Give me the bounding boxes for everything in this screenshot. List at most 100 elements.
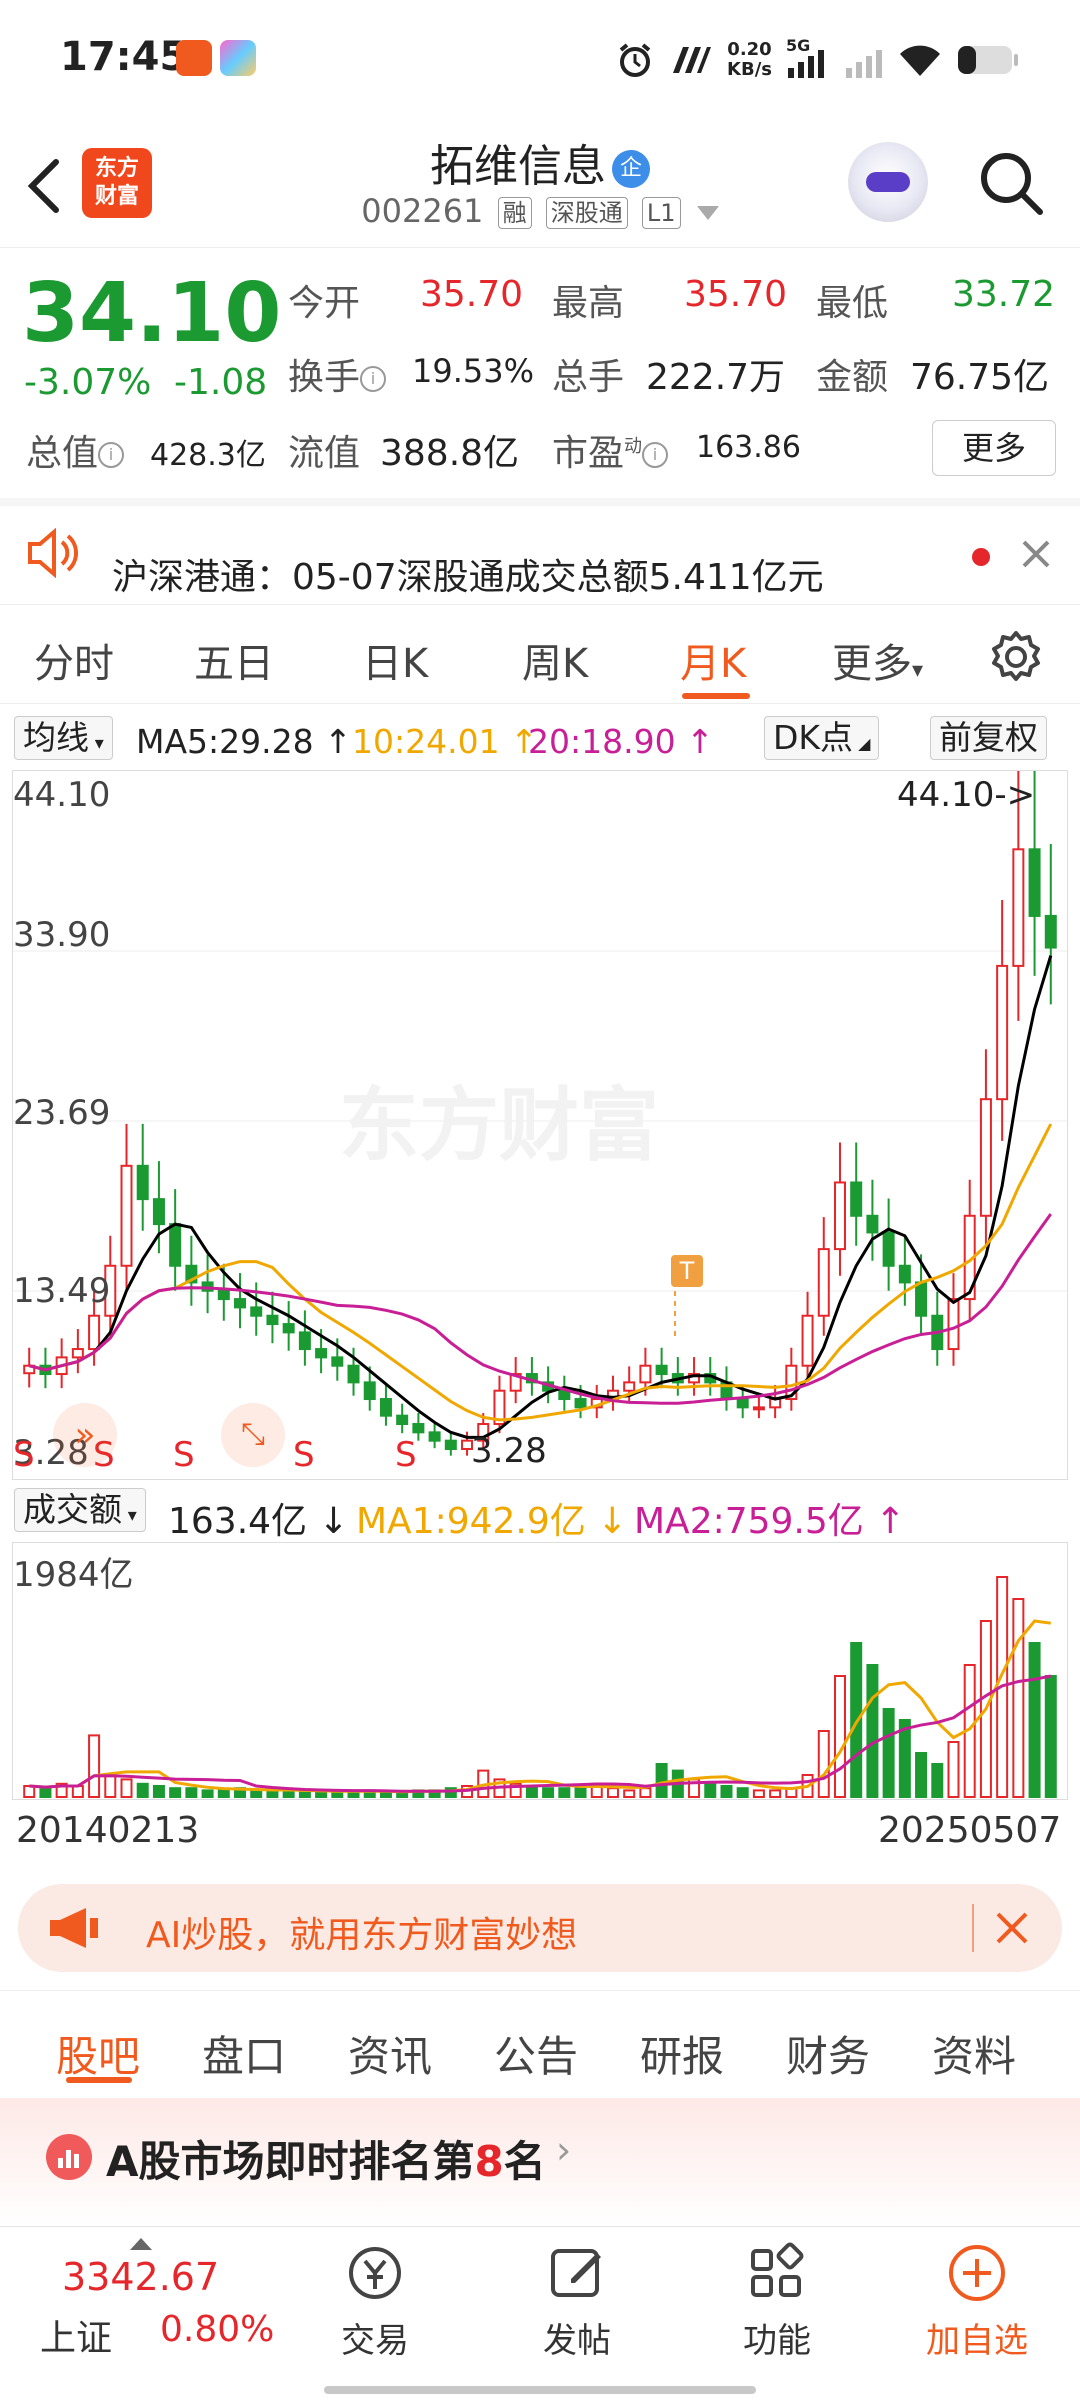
turnover-label[interactable]: 换手 i [288, 348, 387, 400]
index-value[interactable]: 3342.67 [62, 2255, 219, 2299]
ma10-value: 10:24.01 ↑ [352, 722, 538, 761]
search-button[interactable] [976, 148, 1046, 218]
dropdown-arrow-icon: ▾ [89, 733, 104, 754]
candle [606, 1375, 619, 1411]
more-quote-button[interactable]: 更多 [932, 420, 1056, 476]
nav-trade[interactable]: 交易 [310, 2241, 440, 2362]
expand-up-icon[interactable] [130, 2235, 152, 2250]
stock-header: 东方 财富 拓维信息企 002261 融 深股通 L1 [0, 120, 1080, 248]
current-price: 34.10 [22, 266, 282, 361]
candle [979, 1049, 992, 1246]
change-percent: -3.07% [24, 362, 152, 403]
status-bar: 17:45 0.20 KB/s 5G [0, 0, 1080, 120]
candle [185, 1235, 198, 1306]
volume-indicator-label: 成交额 [23, 1490, 122, 1529]
amount-value: 76.75亿 [910, 357, 1050, 398]
candle [590, 1385, 603, 1419]
high-value: 35.70 [684, 274, 788, 315]
candle [298, 1310, 311, 1366]
candle [850, 1142, 863, 1246]
close-icon[interactable] [1020, 538, 1052, 570]
tab-news[interactable]: 资讯 [348, 2023, 432, 2084]
volume-bar [1012, 1598, 1025, 1798]
dk-label: DK点 [773, 718, 854, 757]
expand-left-icon[interactable]: » [53, 1403, 117, 1467]
settings-gear-icon[interactable] [988, 629, 1044, 685]
quote-panel: 34.10 -3.07% -1.08 总值 i 428.3亿 今开 35.70 最… [0, 250, 1080, 496]
y-label-4: 13.49 [13, 1271, 111, 1311]
float-cap-label: 流值 [288, 433, 361, 474]
stock-code: 002261 [361, 192, 484, 230]
candle [947, 1273, 960, 1366]
volume-bar [104, 1774, 117, 1798]
tab-more[interactable]: 更多▾ [832, 631, 923, 689]
info-icon: i [642, 442, 669, 468]
volume-bar [525, 1785, 538, 1798]
t-marker[interactable]: T [671, 1255, 703, 1287]
tab-announcements[interactable]: 公告 [494, 2023, 578, 2084]
signal-s: S [173, 1435, 195, 1475]
rank-suffix: 名 [503, 2137, 546, 2186]
tab-monthly-k[interactable]: 月K [680, 631, 746, 689]
close-icon[interactable] [992, 1908, 1032, 1948]
volume-bar [817, 1730, 830, 1798]
speaker-icon [28, 528, 79, 578]
nav-post[interactable]: 发帖 [512, 2241, 642, 2362]
dk-point-toggle[interactable]: DK点 ◢ [764, 716, 880, 760]
notice-bar[interactable]: 沪深港通：05-07深股通成交总额5.411亿元 [0, 498, 1080, 602]
nav-function-label: 功能 [743, 2321, 811, 2361]
volume-bar [704, 1782, 717, 1799]
volume-bar [379, 1791, 392, 1799]
home-indicator[interactable] [324, 2386, 756, 2394]
nav-post-label: 发帖 [543, 2321, 611, 2361]
min-price-marker: 3.28 [471, 1431, 547, 1471]
volume-indicator-selector[interactable]: 成交额 ▾ [14, 1488, 146, 1532]
pe-label[interactable]: 市盈动 i [552, 424, 669, 476]
tab-weekly-k[interactable]: 周K [522, 631, 588, 689]
tab-profile[interactable]: 资料 [932, 2023, 1016, 2084]
volume-bar [866, 1664, 879, 1798]
indicator-label: 均线 [23, 718, 89, 757]
assistant-robot-icon[interactable] [848, 142, 928, 222]
active-tab-indicator [682, 693, 750, 699]
tab-guba[interactable]: 股吧 [56, 2023, 140, 2084]
volume-bar [88, 1734, 101, 1798]
nav-add-watchlist[interactable]: 加自选 [912, 2241, 1042, 2362]
date-start: 20140213 [16, 1810, 200, 1851]
signal-s: S [395, 1435, 417, 1475]
fullscreen-icon[interactable]: ⤡ [221, 1403, 285, 1467]
indicator-selector[interactable]: 均线 ▾ [14, 716, 113, 760]
rank-text: A股市场即时排名第8名 [106, 2128, 546, 2189]
volume-value: 222.7万 [646, 357, 786, 398]
volume-bar [1044, 1675, 1057, 1798]
tab-five-day[interactable]: 五日 [194, 631, 274, 689]
candle [509, 1357, 522, 1404]
tab-finance[interactable]: 财务 [786, 2023, 870, 2084]
status-icons: 0.20 KB/s 5G [615, 30, 1020, 90]
adjust-selector[interactable]: 前复权 [930, 716, 1047, 760]
nav-function[interactable]: 功能 [712, 2241, 842, 2362]
volume-chart[interactable]: 1984亿 [12, 1542, 1068, 1800]
tab-pankou[interactable]: 盘口 [202, 2023, 286, 2084]
total-cap-label[interactable]: 总值 i [26, 424, 125, 476]
volume-bar [623, 1789, 636, 1798]
notification-app-icon [220, 40, 256, 76]
net-speed-unit: KB/s [727, 59, 772, 80]
amount-label: 金额 [816, 357, 889, 398]
ai-promo-banner[interactable]: AI炒股，就用东方财富妙想 [18, 1884, 1062, 1972]
tab-research[interactable]: 研报 [640, 2023, 724, 2084]
volume-bar [298, 1791, 311, 1799]
battery-icon [958, 46, 1018, 74]
tab-intraday[interactable]: 分时 [34, 631, 114, 689]
low-value: 33.72 [952, 274, 1056, 315]
unread-dot [972, 548, 990, 566]
volume-bar [169, 1787, 182, 1798]
volume-bar [639, 1787, 652, 1798]
rank-number: 8 [474, 2137, 504, 2186]
volume-indicator-row: 成交额 ▾ 163.4亿 ↓ MA1:942.9亿 ↓ MA2:759.5亿 ↑ [0, 1484, 1080, 1542]
signal-s: S [293, 1435, 315, 1475]
kline-chart[interactable]: 44.10 33.90 23.69 13.49 3.28 东方财富 44.10-… [12, 770, 1068, 1480]
market-rank-banner[interactable]: A股市场即时排名第8名 › [0, 2098, 1080, 2228]
y-label-max: 44.10 [13, 775, 111, 815]
tab-daily-k[interactable]: 日K [362, 631, 428, 689]
